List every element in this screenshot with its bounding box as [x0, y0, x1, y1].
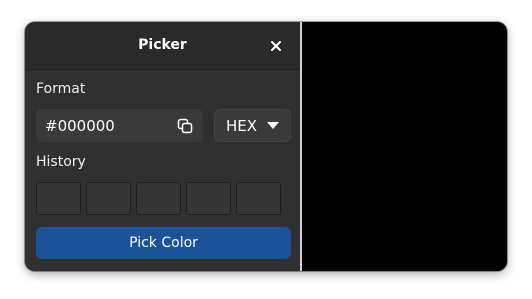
format-dropdown[interactable]: HEX — [214, 109, 291, 142]
sidebar-panel: Picker Format #000000 HEX History Pick C… — [25, 22, 300, 271]
format-label: Format — [36, 81, 86, 97]
color-preview — [302, 22, 507, 271]
history-swatch[interactable] — [186, 182, 231, 215]
history-swatch[interactable] — [136, 182, 181, 215]
header-bar: Picker — [25, 22, 300, 70]
history-label: History — [36, 154, 86, 170]
picker-window: Picker Format #000000 HEX History Pick C… — [25, 22, 507, 271]
close-icon — [271, 41, 281, 51]
pick-color-button[interactable]: Pick Color — [36, 227, 291, 259]
format-dropdown-value: HEX — [226, 116, 258, 135]
history-swatch[interactable] — [236, 182, 281, 215]
color-value-text[interactable]: #000000 — [45, 117, 175, 135]
history-swatch[interactable] — [86, 182, 131, 215]
chevron-down-icon — [267, 121, 279, 129]
close-button[interactable] — [264, 34, 288, 58]
color-value-field[interactable]: #000000 — [36, 109, 203, 142]
history-swatches — [36, 182, 281, 215]
history-swatch[interactable] — [36, 182, 81, 215]
copy-icon[interactable] — [175, 116, 195, 136]
window-title: Picker — [138, 37, 187, 53]
